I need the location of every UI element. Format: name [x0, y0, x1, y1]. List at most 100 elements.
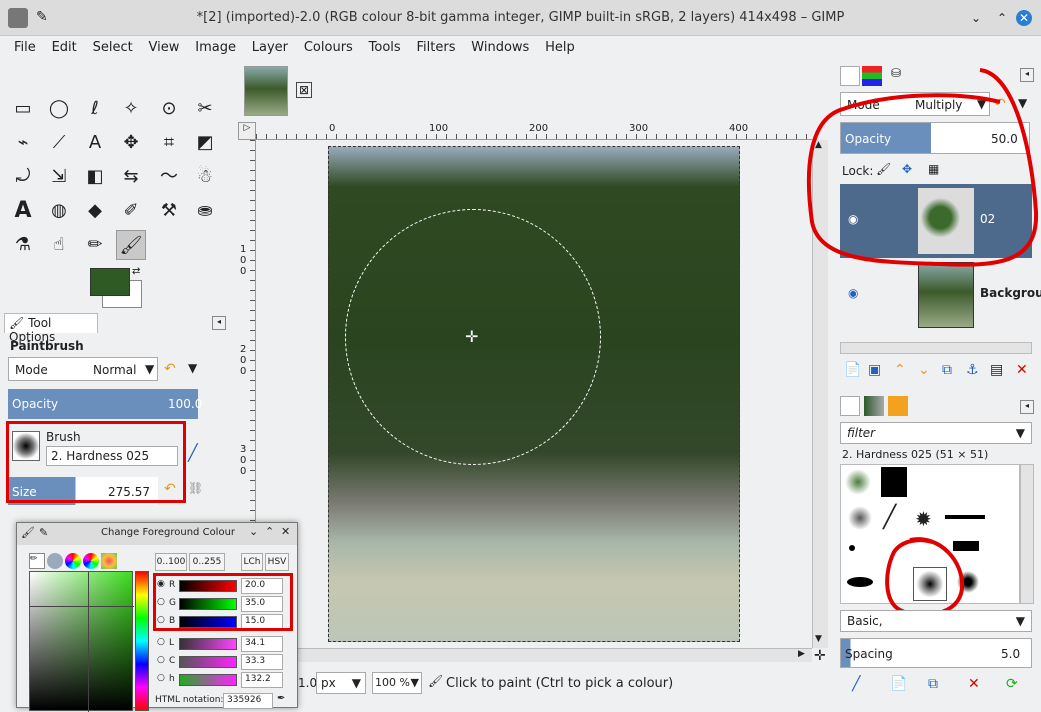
- free-select-icon[interactable]: ℓ: [80, 94, 110, 124]
- warp-icon[interactable]: 〜: [154, 162, 184, 192]
- chevron-up-icon[interactable]: ⌃: [265, 525, 274, 538]
- c-value-field[interactable]: 33.3: [241, 654, 283, 670]
- color-field[interactable]: [29, 571, 134, 712]
- radio-c[interactable]: ○: [157, 655, 165, 665]
- menu-layer[interactable]: Layer: [246, 36, 294, 59]
- menu-filters[interactable]: Filters: [411, 36, 462, 59]
- menu-select[interactable]: Select: [87, 36, 139, 59]
- brush-item[interactable]: [881, 467, 907, 497]
- rotate-icon[interactable]: ⤾: [8, 162, 38, 192]
- mask-layer-icon[interactable]: ▤: [990, 362, 1003, 378]
- fg-bg-colors[interactable]: ⇄: [88, 266, 144, 310]
- lower-layer-icon[interactable]: ⌄: [918, 362, 930, 378]
- opacity-slider[interactable]: Opacity 100.0: [8, 389, 202, 419]
- eraser-icon[interactable]: ✐: [116, 196, 146, 226]
- lch-button[interactable]: LCh: [241, 553, 263, 571]
- color-select-icon[interactable]: ⊙: [154, 94, 184, 124]
- menu-tools[interactable]: Tools: [363, 36, 407, 59]
- unified-transform-icon[interactable]: ◩: [190, 128, 220, 158]
- maximize-icon[interactable]: ⌃: [994, 10, 1010, 26]
- mode-options-icon[interactable]: ▼: [188, 361, 197, 375]
- brush-item[interactable]: [847, 577, 873, 587]
- brush-grid-scrollbar[interactable]: [1020, 464, 1034, 604]
- image-thumbnail[interactable]: [244, 66, 288, 116]
- scissors-icon[interactable]: ✂: [190, 94, 220, 124]
- move-icon[interactable]: ✥: [116, 128, 146, 158]
- text-a-icon[interactable]: A: [80, 128, 110, 158]
- new-layer-icon[interactable]: 📄: [844, 362, 861, 378]
- brush-filter-input[interactable]: filter ▼: [840, 422, 1032, 444]
- menu-windows[interactable]: Windows: [465, 36, 535, 59]
- flip-icon[interactable]: ⇆: [116, 162, 146, 192]
- perspective-icon[interactable]: ◧: [80, 162, 110, 192]
- tool-options-tab[interactable]: 🖌 Tool Options: [4, 313, 98, 344]
- puppet-icon[interactable]: ☃: [190, 162, 220, 192]
- edit-brush-icon[interactable]: ╱: [852, 676, 860, 692]
- brush-item[interactable]: [849, 545, 855, 551]
- stamp-icon[interactable]: ⛂: [190, 196, 220, 226]
- canvas-hscrollbar[interactable]: ▶: [256, 648, 812, 662]
- paths-icon[interactable]: ⟋: [44, 128, 74, 158]
- pencil-icon[interactable]: ✏: [80, 230, 110, 260]
- l-value-field[interactable]: 34.1: [241, 636, 283, 652]
- rect-select-icon[interactable]: ▭: [8, 94, 38, 124]
- refresh-brushes-icon[interactable]: ⟳: [1006, 676, 1018, 692]
- delete-brush-icon[interactable]: ✕: [968, 676, 980, 692]
- mode-reset-icon[interactable]: ↶: [164, 361, 176, 377]
- navigate-icon[interactable]: ✛: [814, 648, 826, 664]
- fuzzy-select-icon[interactable]: ✧: [116, 94, 146, 124]
- html-notation-field[interactable]: 335926: [223, 693, 273, 709]
- layers-hscrollbar[interactable]: [840, 342, 1032, 354]
- mode-dropdown[interactable]: Mode Normal ▼: [8, 357, 158, 381]
- range-0-100-button[interactable]: 0..100: [155, 553, 187, 571]
- brush-preset-dropdown[interactable]: Basic, ▼: [840, 610, 1032, 632]
- spacing-slider[interactable]: Spacing 5.0: [840, 638, 1032, 668]
- tab-brushes-icon[interactable]: [840, 396, 860, 416]
- menu-help[interactable]: Help: [539, 36, 581, 59]
- radio-l[interactable]: ○: [157, 637, 165, 647]
- hsv-button[interactable]: HSV: [265, 553, 289, 571]
- brush-item[interactable]: [847, 505, 873, 531]
- cmyk-selector-icon[interactable]: [47, 553, 63, 569]
- zoom-dropdown[interactable]: 100 % ▼: [372, 672, 422, 694]
- duplicate-brush-icon[interactable]: ⧉: [928, 676, 938, 692]
- swap-colors-icon[interactable]: ⇄: [132, 266, 140, 277]
- menu-image[interactable]: Image: [189, 36, 242, 59]
- brush-item[interactable]: ╱: [883, 505, 896, 530]
- ruler-corner[interactable]: ▷: [238, 122, 256, 140]
- chevron-down-icon[interactable]: ⌄: [249, 525, 258, 538]
- size-chain-icon[interactable]: ⛓: [188, 481, 203, 495]
- radio-h[interactable]: ○: [157, 673, 165, 683]
- c-slider[interactable]: [179, 656, 237, 668]
- menu-colours[interactable]: Colours: [298, 36, 359, 59]
- canvas-area[interactable]: ✛: [256, 140, 812, 648]
- close-image-icon[interactable]: ⊠: [296, 82, 312, 98]
- raise-layer-icon[interactable]: ⌃: [894, 362, 906, 378]
- brush-edit-icon[interactable]: ╱: [188, 443, 198, 462]
- scale-icon[interactable]: ⇲: [44, 162, 74, 192]
- dock-menu-icon[interactable]: ◂: [212, 316, 226, 330]
- dialog-close-icon[interactable]: ✕: [281, 525, 290, 538]
- range-0-255-button[interactable]: 0..255: [189, 553, 225, 571]
- ellipse-select-icon[interactable]: ◯: [44, 94, 74, 124]
- menu-edit[interactable]: Edit: [46, 36, 83, 59]
- tab-patterns-icon[interactable]: [864, 396, 884, 416]
- new-brush-icon[interactable]: 📄: [890, 676, 907, 692]
- anchor-layer-icon[interactable]: ⚓: [966, 362, 979, 378]
- brush-item[interactable]: ✹: [915, 507, 932, 531]
- close-icon[interactable]: ✕: [1016, 10, 1032, 26]
- crop-icon[interactable]: ⌗: [154, 128, 184, 158]
- h-value-field[interactable]: 132.2: [241, 672, 283, 688]
- eyedropper-icon[interactable]: ✒: [277, 693, 285, 704]
- triangle-selector-icon[interactable]: [65, 553, 81, 569]
- gradient-icon[interactable]: ◆: [80, 196, 110, 226]
- new-group-icon[interactable]: ▣: [868, 362, 881, 378]
- scroll-right-icon[interactable]: ▶: [798, 649, 805, 659]
- scroll-down-icon[interactable]: ▼: [815, 634, 822, 644]
- smudge-icon[interactable]: ☝: [44, 230, 74, 260]
- minimize-icon[interactable]: ⌄: [968, 10, 984, 26]
- tab-gradients-icon[interactable]: [888, 396, 908, 416]
- hue-strip[interactable]: [135, 571, 149, 711]
- brush-item[interactable]: [945, 515, 985, 519]
- dialog-pin-icon[interactable]: ✎: [39, 526, 48, 539]
